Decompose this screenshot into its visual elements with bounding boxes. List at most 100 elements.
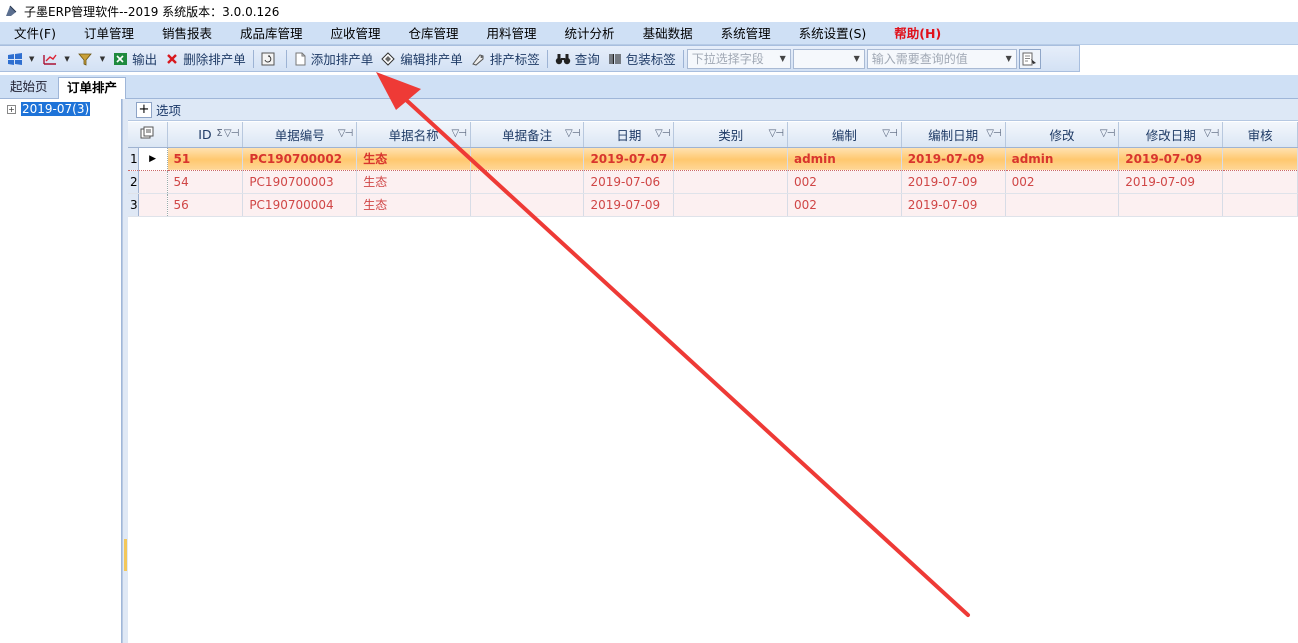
menu-materials[interactable]: 用料管理: [473, 22, 551, 45]
cell-type[interactable]: [673, 193, 788, 217]
cell-creator[interactable]: 002: [787, 193, 902, 217]
cell-creator[interactable]: admin: [787, 147, 902, 171]
cell-id[interactable]: 51: [167, 147, 244, 171]
schedule-label-button[interactable]: 排产标签: [467, 48, 544, 70]
filter-menu-button[interactable]: ▼: [74, 48, 109, 70]
menu-receivables[interactable]: 应收管理: [317, 22, 395, 45]
cell-modifier[interactable]: admin: [1005, 147, 1120, 171]
column-header-audit[interactable]: 审核: [1222, 122, 1298, 148]
delete-schedule-button[interactable]: 删除排产单: [161, 48, 250, 70]
cell-note[interactable]: [470, 193, 585, 217]
pack-label-button[interactable]: 包装标签: [604, 48, 680, 70]
cell-name[interactable]: 生态: [356, 193, 471, 217]
cell-modifier[interactable]: [1005, 193, 1120, 217]
cell-type[interactable]: [673, 147, 788, 171]
menu-sales-report[interactable]: 销售报表: [148, 22, 226, 45]
refresh-button[interactable]: [257, 48, 283, 70]
tab-start-page[interactable]: 起始页: [2, 77, 56, 99]
cell-create-date[interactable]: 2019-07-09: [901, 193, 1006, 217]
cell-create-date[interactable]: 2019-07-09: [901, 147, 1006, 171]
cell-create-date[interactable]: 2019-07-09: [901, 170, 1006, 194]
table-row[interactable]: 2 54 PC190700003 生态 2019-07-06 002 2019-…: [128, 170, 1298, 194]
filter-pin-icon[interactable]: ▽⊣: [655, 128, 670, 139]
menu-finished-goods[interactable]: 成品库管理: [226, 22, 317, 45]
cell-creator[interactable]: 002: [787, 170, 902, 194]
filter-pin-icon[interactable]: ▽⊣: [565, 128, 580, 139]
cell-id[interactable]: 54: [167, 170, 244, 194]
column-header-modify-date[interactable]: 修改日期 ▽⊣: [1118, 122, 1224, 148]
cell-name[interactable]: 生态: [356, 147, 471, 171]
row-number: 3: [128, 193, 139, 217]
menu-system-management[interactable]: 系统管理: [707, 22, 785, 45]
chart-menu-button[interactable]: ▼: [38, 48, 73, 70]
column-header-creator[interactable]: 编制 ▽⊣: [787, 122, 902, 148]
cell-modify-date[interactable]: 2019-07-09: [1118, 147, 1224, 171]
cell-name[interactable]: 生态: [356, 170, 471, 194]
field-select-placeholder: 下拉选择字段: [691, 52, 764, 66]
cell-modifier[interactable]: 002: [1005, 170, 1120, 194]
column-header-type[interactable]: 类别 ▽⊣: [673, 122, 788, 148]
column-chooser-button[interactable]: [128, 122, 168, 148]
cell-modify-date[interactable]: [1118, 193, 1224, 217]
filter-pin-icon[interactable]: ▽⊣: [1204, 128, 1219, 139]
tree-node-2019-07[interactable]: + 2019-07(3): [7, 102, 91, 116]
new-document-icon: [295, 52, 306, 65]
filter-pin-icon[interactable]: ▽⊣: [882, 128, 897, 139]
expand-icon[interactable]: +: [7, 104, 16, 114]
splitter-grip[interactable]: [124, 539, 127, 571]
column-header-date[interactable]: 日期 ▽⊣: [583, 122, 675, 148]
edit-schedule-button[interactable]: 编辑排产单: [377, 48, 467, 70]
tab-order-scheduling[interactable]: 订单排产: [58, 77, 127, 99]
cell-note[interactable]: [470, 147, 585, 171]
cell-code[interactable]: PC190700003: [242, 170, 358, 194]
table-row[interactable]: 3 56 PC190700004 生态 2019-07-09 002 2019-…: [128, 193, 1298, 217]
toolbar-separator: [285, 49, 287, 68]
menu-help[interactable]: 帮助(H): [880, 22, 955, 45]
menu-file[interactable]: 文件(F): [0, 22, 70, 45]
windows-menu-button[interactable]: ▼: [3, 48, 38, 70]
execute-query-button[interactable]: [1018, 48, 1041, 69]
menu-order-management[interactable]: 订单管理: [70, 22, 148, 45]
cell-code[interactable]: PC190700002: [242, 147, 358, 171]
expand-options-button[interactable]: +: [136, 101, 152, 118]
cell-date[interactable]: 2019-07-06: [583, 170, 675, 194]
tree-node-label: 2019-07(3): [21, 102, 91, 116]
operator-select[interactable]: ▼: [792, 48, 865, 69]
column-header-modifier[interactable]: 修改 ▽⊣: [1005, 122, 1120, 148]
options-label[interactable]: 选项: [156, 100, 181, 119]
menu-basic-data[interactable]: 基础数据: [629, 22, 707, 45]
column-header-name[interactable]: 单据名称 ▽⊣: [356, 122, 471, 148]
filter-pin-icon[interactable]: ▽⊣: [338, 128, 353, 139]
cell-modify-date[interactable]: 2019-07-09: [1118, 170, 1224, 194]
cell-audit[interactable]: [1222, 147, 1298, 171]
cell-date[interactable]: 2019-07-07: [583, 147, 675, 171]
menu-warehouse[interactable]: 仓库管理: [395, 22, 473, 45]
refresh-icon: [261, 52, 275, 65]
column-header-id[interactable]: ID Σ ▽⊣: [167, 122, 244, 148]
row-indicator: [138, 170, 168, 194]
cell-code[interactable]: PC190700004: [242, 193, 358, 217]
cell-date[interactable]: 2019-07-09: [583, 193, 675, 217]
filter-pin-icon[interactable]: ▽⊣: [986, 128, 1001, 139]
column-header-code[interactable]: 单据编号 ▽⊣: [242, 122, 358, 148]
cell-audit[interactable]: [1222, 193, 1298, 217]
column-chooser-icon: [140, 126, 154, 139]
column-header-note[interactable]: 单据备注 ▽⊣: [470, 122, 585, 148]
column-header-create-date[interactable]: 编制日期 ▽⊣: [901, 122, 1006, 148]
filter-pin-icon[interactable]: ▽⊣: [1100, 128, 1115, 139]
cell-audit[interactable]: [1222, 170, 1298, 194]
cell-note[interactable]: [470, 170, 585, 194]
menu-system-settings[interactable]: 系统设置(S): [785, 22, 881, 45]
filter-pin-icon[interactable]: ▽⊣: [769, 128, 784, 139]
menu-statistics[interactable]: 统计分析: [551, 22, 629, 45]
field-select[interactable]: 下拉选择字段 ▼: [686, 48, 791, 69]
table-row[interactable]: 1 ▶ 51 PC190700002 生态 2019-07-07 admin 2…: [128, 147, 1298, 171]
cell-type[interactable]: [673, 170, 788, 194]
filter-pin-icon[interactable]: ▽⊣: [451, 128, 466, 139]
cell-id[interactable]: 56: [167, 193, 244, 217]
query-button[interactable]: 查询: [551, 48, 604, 70]
sum-filter-pin-icon[interactable]: Σ ▽⊣: [216, 128, 239, 139]
add-schedule-button[interactable]: 添加排产单: [290, 48, 378, 70]
export-button[interactable]: 输出: [109, 48, 161, 70]
query-value-input[interactable]: 输入需要查询的值 ▼: [866, 48, 1017, 69]
